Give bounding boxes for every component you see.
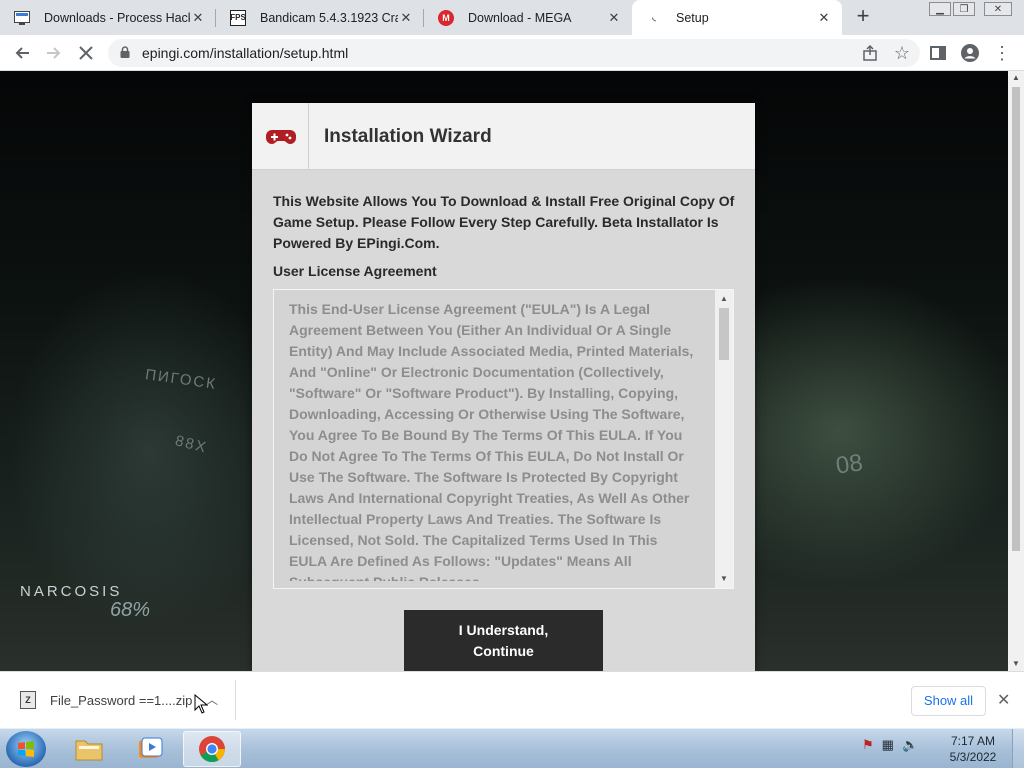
close-tab-icon[interactable]: ✕ (190, 10, 206, 26)
system-tray: ⚑ ▦ 🔈 (862, 737, 918, 753)
taskbar-clock[interactable]: 7:17 AM 5/3/2022 (944, 733, 1002, 765)
loading-icon: ◟ (652, 12, 656, 22)
side-panel-icon[interactable] (926, 41, 950, 65)
chrome-icon (199, 736, 226, 763)
eula-heading: User License Agreement (273, 263, 437, 279)
process-hacker-icon (14, 10, 30, 26)
scrollbar-thumb[interactable] (1012, 87, 1020, 551)
game-logo: NARCOSIS (20, 583, 123, 600)
taskbar-chrome[interactable] (183, 731, 241, 767)
taskbar-explorer[interactable] (60, 731, 118, 767)
page-scrollbar[interactable]: ▲ ▼ (1008, 71, 1024, 671)
stop-loading-icon[interactable] (74, 41, 98, 65)
continue-label-line1: I Understand, (458, 622, 549, 638)
close-tab-icon[interactable]: ✕ (816, 10, 832, 26)
tab-title: Bandicam 5.4.3.1923 Crack (260, 10, 398, 25)
windows-taskbar: ⚑ ▦ 🔈 7:17 AM 5/3/2022 (0, 728, 1024, 768)
download-shelf: Z File_Password ==1....zip ︿ Show all ✕ (0, 671, 1024, 728)
hud-number: 08 (834, 449, 865, 480)
bookmark-star-icon[interactable]: ☆ (890, 41, 914, 65)
show-desktop-button[interactable] (1012, 729, 1024, 768)
gamepad-icon (266, 130, 296, 144)
scroll-down-icon[interactable]: ▼ (1008, 657, 1024, 671)
share-icon[interactable] (858, 41, 882, 65)
download-filename: File_Password ==1....zip (50, 692, 193, 708)
forward-icon[interactable] (42, 41, 66, 65)
tab-bandicam[interactable]: FPS Bandicam 5.4.3.1923 Crack ✕ (216, 0, 424, 35)
url-text: epingi.com/installation/setup.html (142, 45, 349, 61)
wall-text: ПИГОСК (144, 366, 218, 393)
windows-logo-icon (18, 741, 34, 757)
mega-icon: M (438, 9, 454, 26)
wall-text: 88Х (173, 432, 210, 457)
zip-file-icon: Z (20, 691, 36, 709)
lock-icon[interactable] (120, 45, 134, 61)
folder-icon (75, 740, 103, 761)
installation-wizard-dialog: Installation Wizard This Website Allows … (252, 103, 755, 671)
tab-strip: Downloads - Process Hacker ✕ FPS Bandica… (0, 0, 1024, 35)
eula-scroll-up-icon[interactable]: ▲ (715, 292, 733, 306)
back-icon[interactable] (10, 41, 34, 65)
wizard-intro-text: This Website Allows You To Download & In… (273, 193, 735, 251)
eula-text: This End-User License Agreement ("EULA")… (289, 301, 694, 581)
scroll-up-icon[interactable]: ▲ (1008, 71, 1024, 85)
new-tab-icon[interactable]: + (852, 5, 874, 28)
close-shelf-icon[interactable]: ✕ (997, 690, 1010, 710)
tab-mega[interactable]: M Download - MEGA ✕ (424, 0, 632, 35)
menu-kebab-icon[interactable]: ⋮ (990, 41, 1014, 65)
fps-icon: FPS (230, 9, 246, 26)
address-bar[interactable]: epingi.com/installation/setup.html ☆ (108, 39, 920, 67)
tab-title: Setup (676, 10, 709, 25)
tab-title: Download - MEGA (468, 10, 572, 25)
eula-scrollbar[interactable]: ▲ ▼ (715, 290, 733, 588)
network-icon[interactable]: ▦ (882, 737, 894, 753)
volume-icon[interactable]: 🔈 (902, 737, 918, 753)
tab-setup[interactable]: ◟ Setup ✕ (632, 0, 842, 35)
window-close-icon[interactable]: ✕ (984, 2, 1012, 16)
continue-label-line2: Continue (473, 643, 534, 659)
hud-percent: 68% (110, 599, 151, 621)
header-divider (308, 103, 309, 170)
close-tab-icon[interactable]: ✕ (606, 10, 622, 26)
taskbar-media-player[interactable] (121, 731, 179, 767)
media-player-icon (139, 737, 163, 758)
wizard-title: Installation Wizard (324, 126, 492, 147)
profile-avatar-icon[interactable] (958, 41, 982, 65)
tab-process-hacker[interactable]: Downloads - Process Hacker ✕ (0, 0, 216, 35)
eula-scroll-down-icon[interactable]: ▼ (715, 572, 733, 586)
minimize-icon[interactable]: ▁ (929, 2, 951, 16)
start-button[interactable] (6, 731, 46, 767)
tab-title: Downloads - Process Hacker (44, 10, 190, 25)
mouse-cursor-icon (194, 694, 208, 714)
clock-date: 5/3/2022 (949, 750, 997, 764)
restore-icon[interactable]: ❐ (953, 2, 975, 16)
browser-toolbar: epingi.com/installation/setup.html ☆ ⋮ (0, 35, 1024, 71)
show-all-button[interactable]: Show all (911, 686, 986, 716)
clock-time: 7:17 AM (950, 734, 996, 748)
eula-textbox[interactable]: This End-User License Agreement ("EULA")… (273, 289, 734, 589)
wizard-header: Installation Wizard (252, 103, 755, 170)
close-tab-icon[interactable]: ✕ (398, 10, 414, 26)
understand-continue-button[interactable]: I Understand, Continue (404, 610, 603, 671)
eula-scroll-thumb[interactable] (719, 308, 729, 360)
action-center-flag-icon[interactable]: ⚑ (862, 737, 874, 753)
